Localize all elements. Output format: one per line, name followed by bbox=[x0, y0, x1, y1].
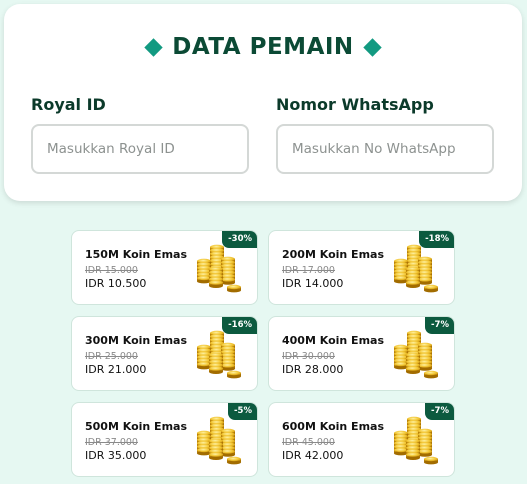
product-old-price: IDR 17.000 bbox=[282, 265, 335, 276]
product-name: 150M Koin Emas bbox=[85, 248, 188, 261]
diamond-icon bbox=[144, 37, 163, 57]
product-old-price: IDR 45.000 bbox=[282, 437, 335, 448]
gold-coins-icon bbox=[391, 329, 443, 381]
diamond-icon bbox=[362, 37, 382, 57]
product-card-500m[interactable]: 500M Koin Emas IDR 37.000 IDR 35.000 -5% bbox=[71, 402, 258, 477]
section-title: DATA PEMAIN bbox=[172, 34, 354, 60]
product-card-600m[interactable]: 600M Koin Emas IDR 45.000 IDR 42.000 -7% bbox=[268, 402, 455, 477]
discount-badge: -18% bbox=[419, 231, 454, 248]
gold-coins-icon bbox=[194, 243, 246, 295]
product-price: IDR 14.000 bbox=[282, 277, 344, 290]
product-name: 500M Koin Emas bbox=[85, 420, 188, 433]
product-name: 200M Koin Emas bbox=[282, 248, 385, 261]
product-name: 400M Koin Emas bbox=[282, 334, 385, 347]
product-price: IDR 35.000 bbox=[85, 449, 147, 462]
royal-id-label: Royal ID bbox=[31, 95, 106, 114]
discount-badge: -7% bbox=[425, 317, 454, 334]
whatsapp-input[interactable] bbox=[276, 124, 494, 174]
product-card-200m[interactable]: 200M Koin Emas IDR 17.000 IDR 14.000 -18… bbox=[268, 230, 455, 305]
product-price: IDR 21.000 bbox=[85, 363, 147, 376]
product-card-400m[interactable]: 400M Koin Emas IDR 30.000 IDR 28.000 -7% bbox=[268, 316, 455, 391]
player-data-card: DATA PEMAIN Royal ID Nomor WhatsApp bbox=[4, 4, 522, 201]
discount-badge: -5% bbox=[228, 403, 257, 420]
product-old-price: IDR 25.000 bbox=[85, 351, 138, 362]
discount-badge: -30% bbox=[222, 231, 257, 248]
gold-coins-icon bbox=[391, 415, 443, 467]
gold-coins-icon bbox=[194, 329, 246, 381]
product-price: IDR 42.000 bbox=[282, 449, 344, 462]
product-price: IDR 28.000 bbox=[282, 363, 344, 376]
gold-coins-icon bbox=[391, 243, 443, 295]
product-name: 300M Koin Emas bbox=[85, 334, 188, 347]
discount-badge: -16% bbox=[222, 317, 257, 334]
product-card-150m[interactable]: 150M Koin Emas IDR 15.000 IDR 10.500 -30… bbox=[71, 230, 258, 305]
discount-badge: -7% bbox=[425, 403, 454, 420]
gold-coins-icon bbox=[194, 415, 246, 467]
whatsapp-label: Nomor WhatsApp bbox=[276, 95, 434, 114]
product-card-300m[interactable]: 300M Koin Emas IDR 25.000 IDR 21.000 -16… bbox=[71, 316, 258, 391]
product-old-price: IDR 15.000 bbox=[85, 265, 138, 276]
product-price: IDR 10.500 bbox=[85, 277, 147, 290]
royal-id-input[interactable] bbox=[31, 124, 249, 174]
section-header: DATA PEMAIN bbox=[4, 34, 522, 60]
product-name: 600M Koin Emas bbox=[282, 420, 385, 433]
product-old-price: IDR 30.000 bbox=[282, 351, 335, 362]
product-old-price: IDR 37.000 bbox=[85, 437, 138, 448]
